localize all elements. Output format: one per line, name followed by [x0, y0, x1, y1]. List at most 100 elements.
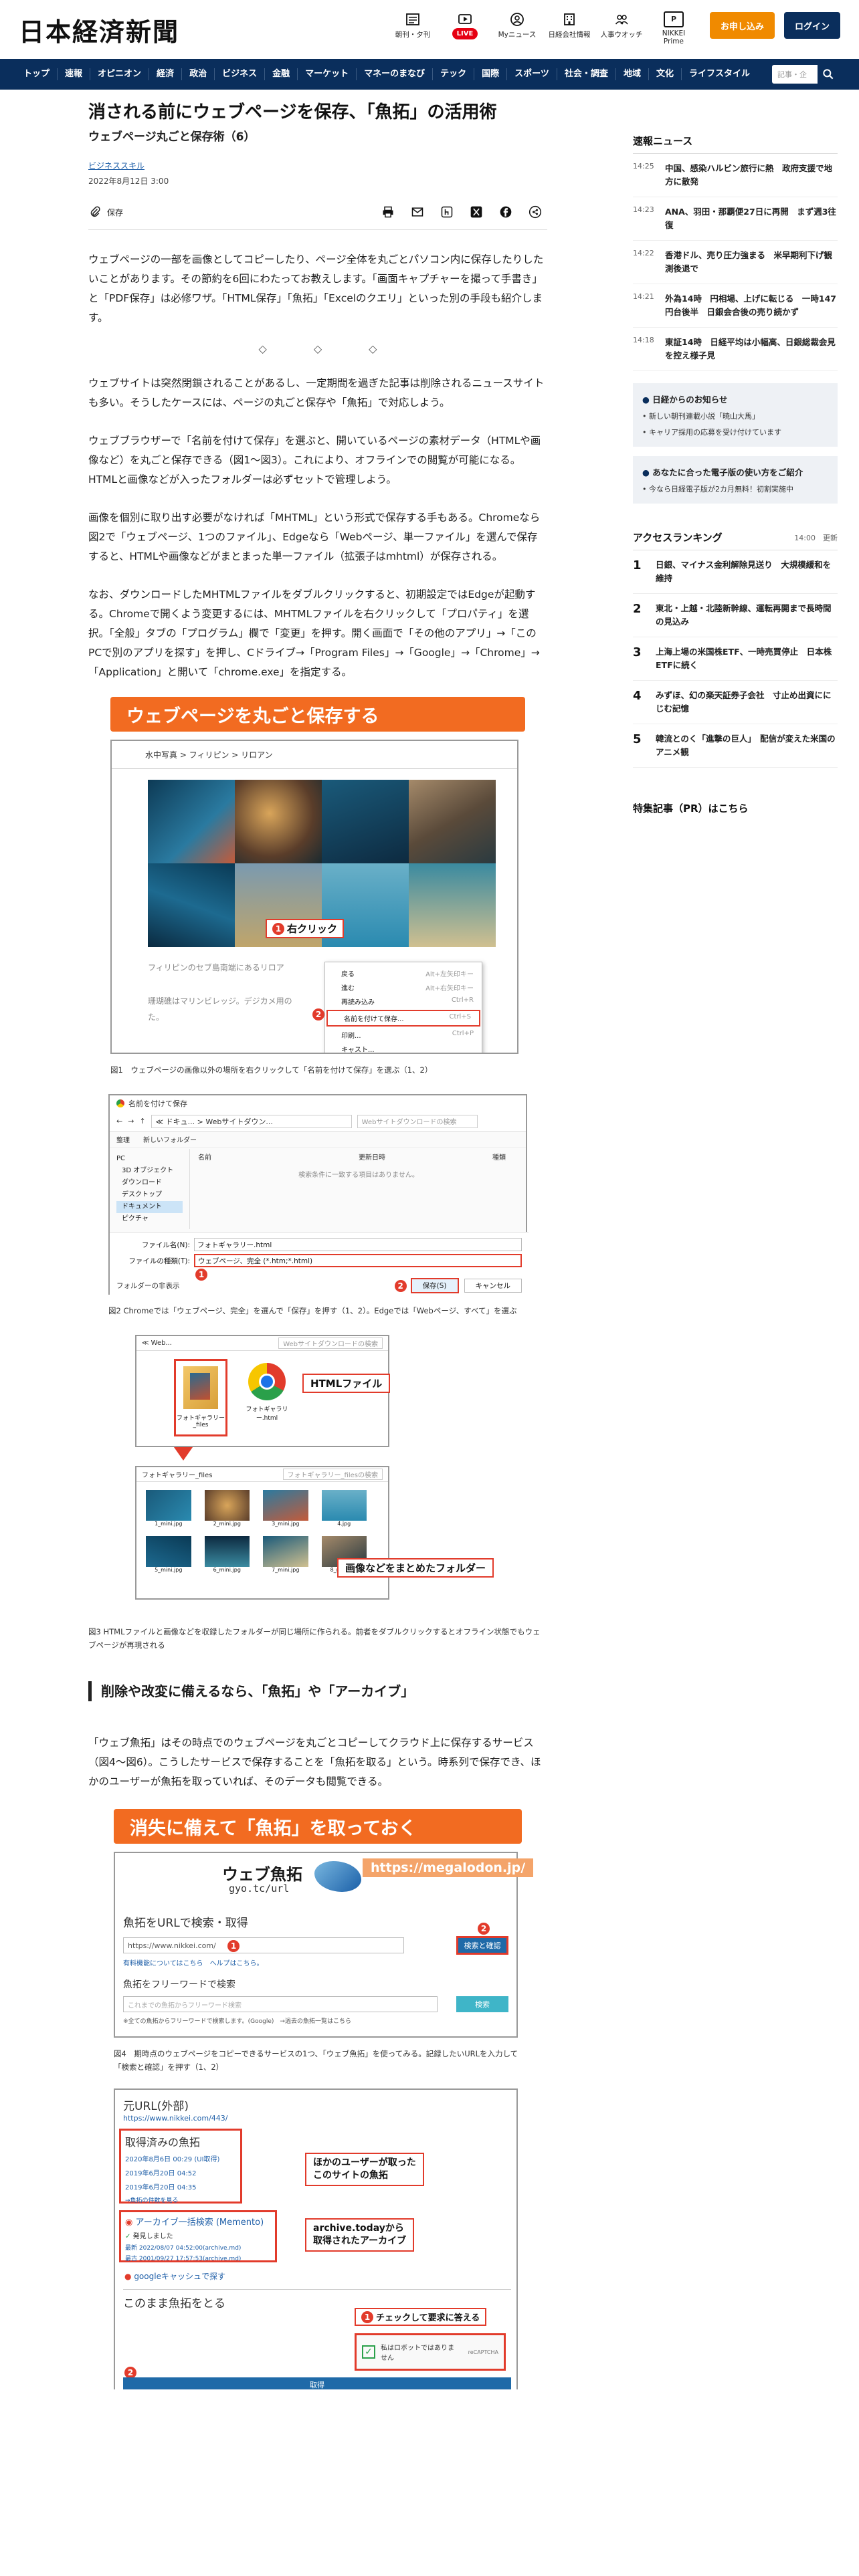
- tool-live[interactable]: LIVE: [444, 9, 486, 39]
- topic-tag[interactable]: ビジネススキル: [88, 160, 547, 171]
- back-arrow-icon[interactable]: ←: [116, 1117, 122, 1125]
- image-file[interactable]: 2_mini.jpg: [204, 1490, 250, 1527]
- ranking-item[interactable]: 3 上海上場の米国株ETF、一時売買停止 日本株ETFに続く: [633, 637, 838, 681]
- forward-arrow-icon[interactable]: →: [128, 1117, 134, 1125]
- news-item[interactable]: 14:18 東証14時 日経平均は小幅高、日銀総裁会見を控え様子見: [633, 328, 838, 371]
- mail-button[interactable]: [409, 204, 425, 220]
- menu-item[interactable]: キャスト...: [325, 1042, 482, 1053]
- tree-item[interactable]: デスクトップ: [116, 1189, 183, 1201]
- nav-item[interactable]: 国際: [474, 68, 508, 80]
- memento-entry[interactable]: 最古 2001/09/27 17:57:53(archive.md): [125, 2254, 271, 2262]
- nav-item[interactable]: テック: [433, 68, 475, 80]
- nav-item[interactable]: ビジネス: [215, 68, 266, 80]
- tree-item[interactable]: 3D オブジェクト: [116, 1165, 183, 1177]
- filename-input[interactable]: フォトギャラリー.html: [194, 1238, 522, 1251]
- news-item[interactable]: 14:21 外為14時 円相場、上げに転じる 一時147円台後半 日銀会合後の売り…: [633, 284, 838, 328]
- x-button[interactable]: [468, 204, 484, 220]
- source-url-link[interactable]: https://www.nikkei.com/443/: [123, 2114, 228, 2123]
- help-links[interactable]: 有料機能についてはこちら ヘルプはこちら。: [123, 1957, 264, 1967]
- pr-link[interactable]: 特集記事（PR）はこちら: [633, 801, 838, 821]
- nav-item[interactable]: 地域: [616, 68, 649, 80]
- nav-item[interactable]: 文化: [649, 68, 682, 80]
- nav-item[interactable]: マネーのまなび: [357, 68, 434, 80]
- notice-link[interactable]: • 新しい朝刊連載小説「暁山大馬」: [642, 411, 828, 421]
- gyotaku-logo[interactable]: ウェブ魚拓: [222, 1861, 302, 1885]
- memento-title[interactable]: ◉ アーカイブ一括検索 (Memento): [125, 2215, 271, 2228]
- ranking-item[interactable]: 2 東北・上越・北陸新幹線、運転再開まで長時間の見込み: [633, 594, 838, 637]
- hatena-button[interactable]: [439, 204, 455, 220]
- save-button[interactable]: 保存(S): [410, 1278, 459, 1293]
- clip-icon[interactable]: [88, 205, 102, 219]
- tree-item[interactable]: PC: [116, 1153, 183, 1165]
- tool-mynews[interactable]: Myニュース: [496, 9, 539, 39]
- tool-people[interactable]: 人事ウオッチ: [600, 9, 643, 39]
- html-file-item[interactable]: フォトギャラリー.html: [244, 1363, 290, 1422]
- image-file[interactable]: 7_mini.jpg: [263, 1536, 308, 1573]
- menu-item[interactable]: 再読み込み Ctrl+R: [325, 994, 482, 1008]
- nav-item[interactable]: ライフスタイル: [682, 68, 757, 80]
- breaking-news-heading[interactable]: 速報ニュース: [633, 134, 838, 154]
- nav-item[interactable]: 速報: [58, 68, 91, 80]
- archive-entry[interactable]: 2019年6月20日 04:35: [125, 2181, 236, 2191]
- nav-item[interactable]: 経済: [149, 68, 183, 80]
- print-button[interactable]: [380, 204, 396, 220]
- nav-item[interactable]: 政治: [182, 68, 215, 80]
- share-button[interactable]: [527, 204, 543, 220]
- more-link[interactable]: →魚拓の件数を見る: [125, 2195, 236, 2204]
- image-file[interactable]: 3_mini.jpg: [263, 1490, 308, 1527]
- tree-item[interactable]: ダウンロード: [116, 1177, 183, 1189]
- notice-heading[interactable]: ● あなたに合った電子版の使い方をご紹介: [642, 465, 828, 478]
- login-button[interactable]: ログイン: [783, 12, 840, 39]
- free-search-button[interactable]: 検索: [456, 1996, 508, 2012]
- tree-item[interactable]: ピクチャ: [116, 1213, 183, 1225]
- menu-item[interactable]: 印刷... Ctrl+P: [325, 1028, 482, 1042]
- site-logo[interactable]: 日本経済新聞: [19, 11, 179, 48]
- menu-item[interactable]: 戻る Alt+左矢印キー: [325, 966, 482, 980]
- google-cache-link[interactable]: ● googleキャッシュで探す: [124, 2270, 225, 2282]
- save-as-menu-item[interactable]: 名前を付けて保存... Ctrl+S: [326, 1010, 480, 1027]
- menu-item[interactable]: 進む Alt+右矢印キー: [325, 980, 482, 994]
- nav-item[interactable]: マーケット: [298, 68, 357, 80]
- news-item[interactable]: 14:23 ANA、羽田・那覇便27日に再開 まず週3往復: [633, 197, 838, 241]
- nav-item[interactable]: オピニオン: [90, 68, 150, 80]
- news-item[interactable]: 14:22 香港ドル、売り圧力強まる 米早期利下げ観測後退で: [633, 241, 838, 284]
- nav-item[interactable]: 金融: [265, 68, 298, 80]
- notice-link[interactable]: • 今なら日経電子版が2カ月無料！初割実施中: [642, 484, 828, 494]
- folder-item[interactable]: フォトギャラリー_files: [174, 1359, 227, 1436]
- search-confirm-button[interactable]: 検索と確認: [456, 1936, 508, 1955]
- new-folder-button[interactable]: 新しいフォルダー: [143, 1134, 197, 1144]
- image-file[interactable]: 6_mini.jpg: [204, 1536, 250, 1573]
- notice-link[interactable]: • キャリア採用の応募を受け付けています: [642, 427, 828, 437]
- take-gyotaku-button[interactable]: 取得: [123, 2377, 511, 2389]
- archive-entry[interactable]: 2020年8月6日 00:29 (UI取得): [125, 2153, 236, 2163]
- search-button[interactable]: [818, 64, 839, 85]
- save-label[interactable]: 保存: [107, 207, 123, 218]
- notice-heading[interactable]: ● 日経からのお知らせ: [642, 393, 828, 405]
- subscribe-button[interactable]: お申し込み: [709, 12, 775, 39]
- ranking-item[interactable]: 4 みずほ、幻の楽天証券子会社 寸止め出資ににじむ記憶: [633, 681, 838, 724]
- path-field[interactable]: ≪ ドキュ... > Webサイトダウン...: [151, 1114, 352, 1128]
- facebook-button[interactable]: [498, 204, 514, 220]
- organize-button[interactable]: 整理: [116, 1134, 130, 1144]
- filetype-select[interactable]: ウェブページ、完全 (*.htm;*.html): [194, 1254, 522, 1267]
- image-file[interactable]: 5_mini.jpg: [146, 1536, 191, 1573]
- folder-search[interactable]: Webサイトダウンロードの検索: [357, 1114, 478, 1128]
- nav-item[interactable]: スポーツ: [507, 68, 557, 80]
- ranking-heading[interactable]: アクセスランキング 14:00 更新: [633, 530, 838, 550]
- cancel-button[interactable]: キャンセル: [464, 1279, 522, 1293]
- memento-entry[interactable]: 最新 2022/08/07 04:52:00(archive.md): [125, 2243, 271, 2252]
- nav-item[interactable]: トップ: [16, 68, 58, 80]
- tree-item-selected[interactable]: ドキュメント: [116, 1201, 183, 1213]
- free-search-input[interactable]: これまでの魚拓からフリーワード検索: [123, 1996, 438, 2012]
- tool-prime[interactable]: P NIKKEI Prime: [652, 9, 695, 45]
- tool-paper[interactable]: 朝刊・夕刊: [391, 9, 434, 39]
- nav-item[interactable]: 社会・調査: [557, 68, 616, 80]
- captcha-checkbox[interactable]: ✓: [362, 2345, 375, 2359]
- hide-folders-toggle[interactable]: フォルダーの非表示: [116, 1281, 180, 1291]
- tool-company[interactable]: 日経会社情報: [548, 9, 591, 39]
- ranking-item[interactable]: 1 日銀、マイナス金利解除見送り 大規模緩和を維持: [633, 550, 838, 594]
- news-item[interactable]: 14:25 中国、感染ハルビン旅行に熱 政府支援で地方に散発: [633, 154, 838, 197]
- ranking-item[interactable]: 5 韓流とのく「進撃の巨人」 配信が変えた米国のアニメ観: [633, 724, 838, 768]
- archive-entry[interactable]: 2019年6月20日 04:52: [125, 2167, 236, 2177]
- url-input[interactable]: https://www.nikkei.com/: [123, 1937, 404, 1953]
